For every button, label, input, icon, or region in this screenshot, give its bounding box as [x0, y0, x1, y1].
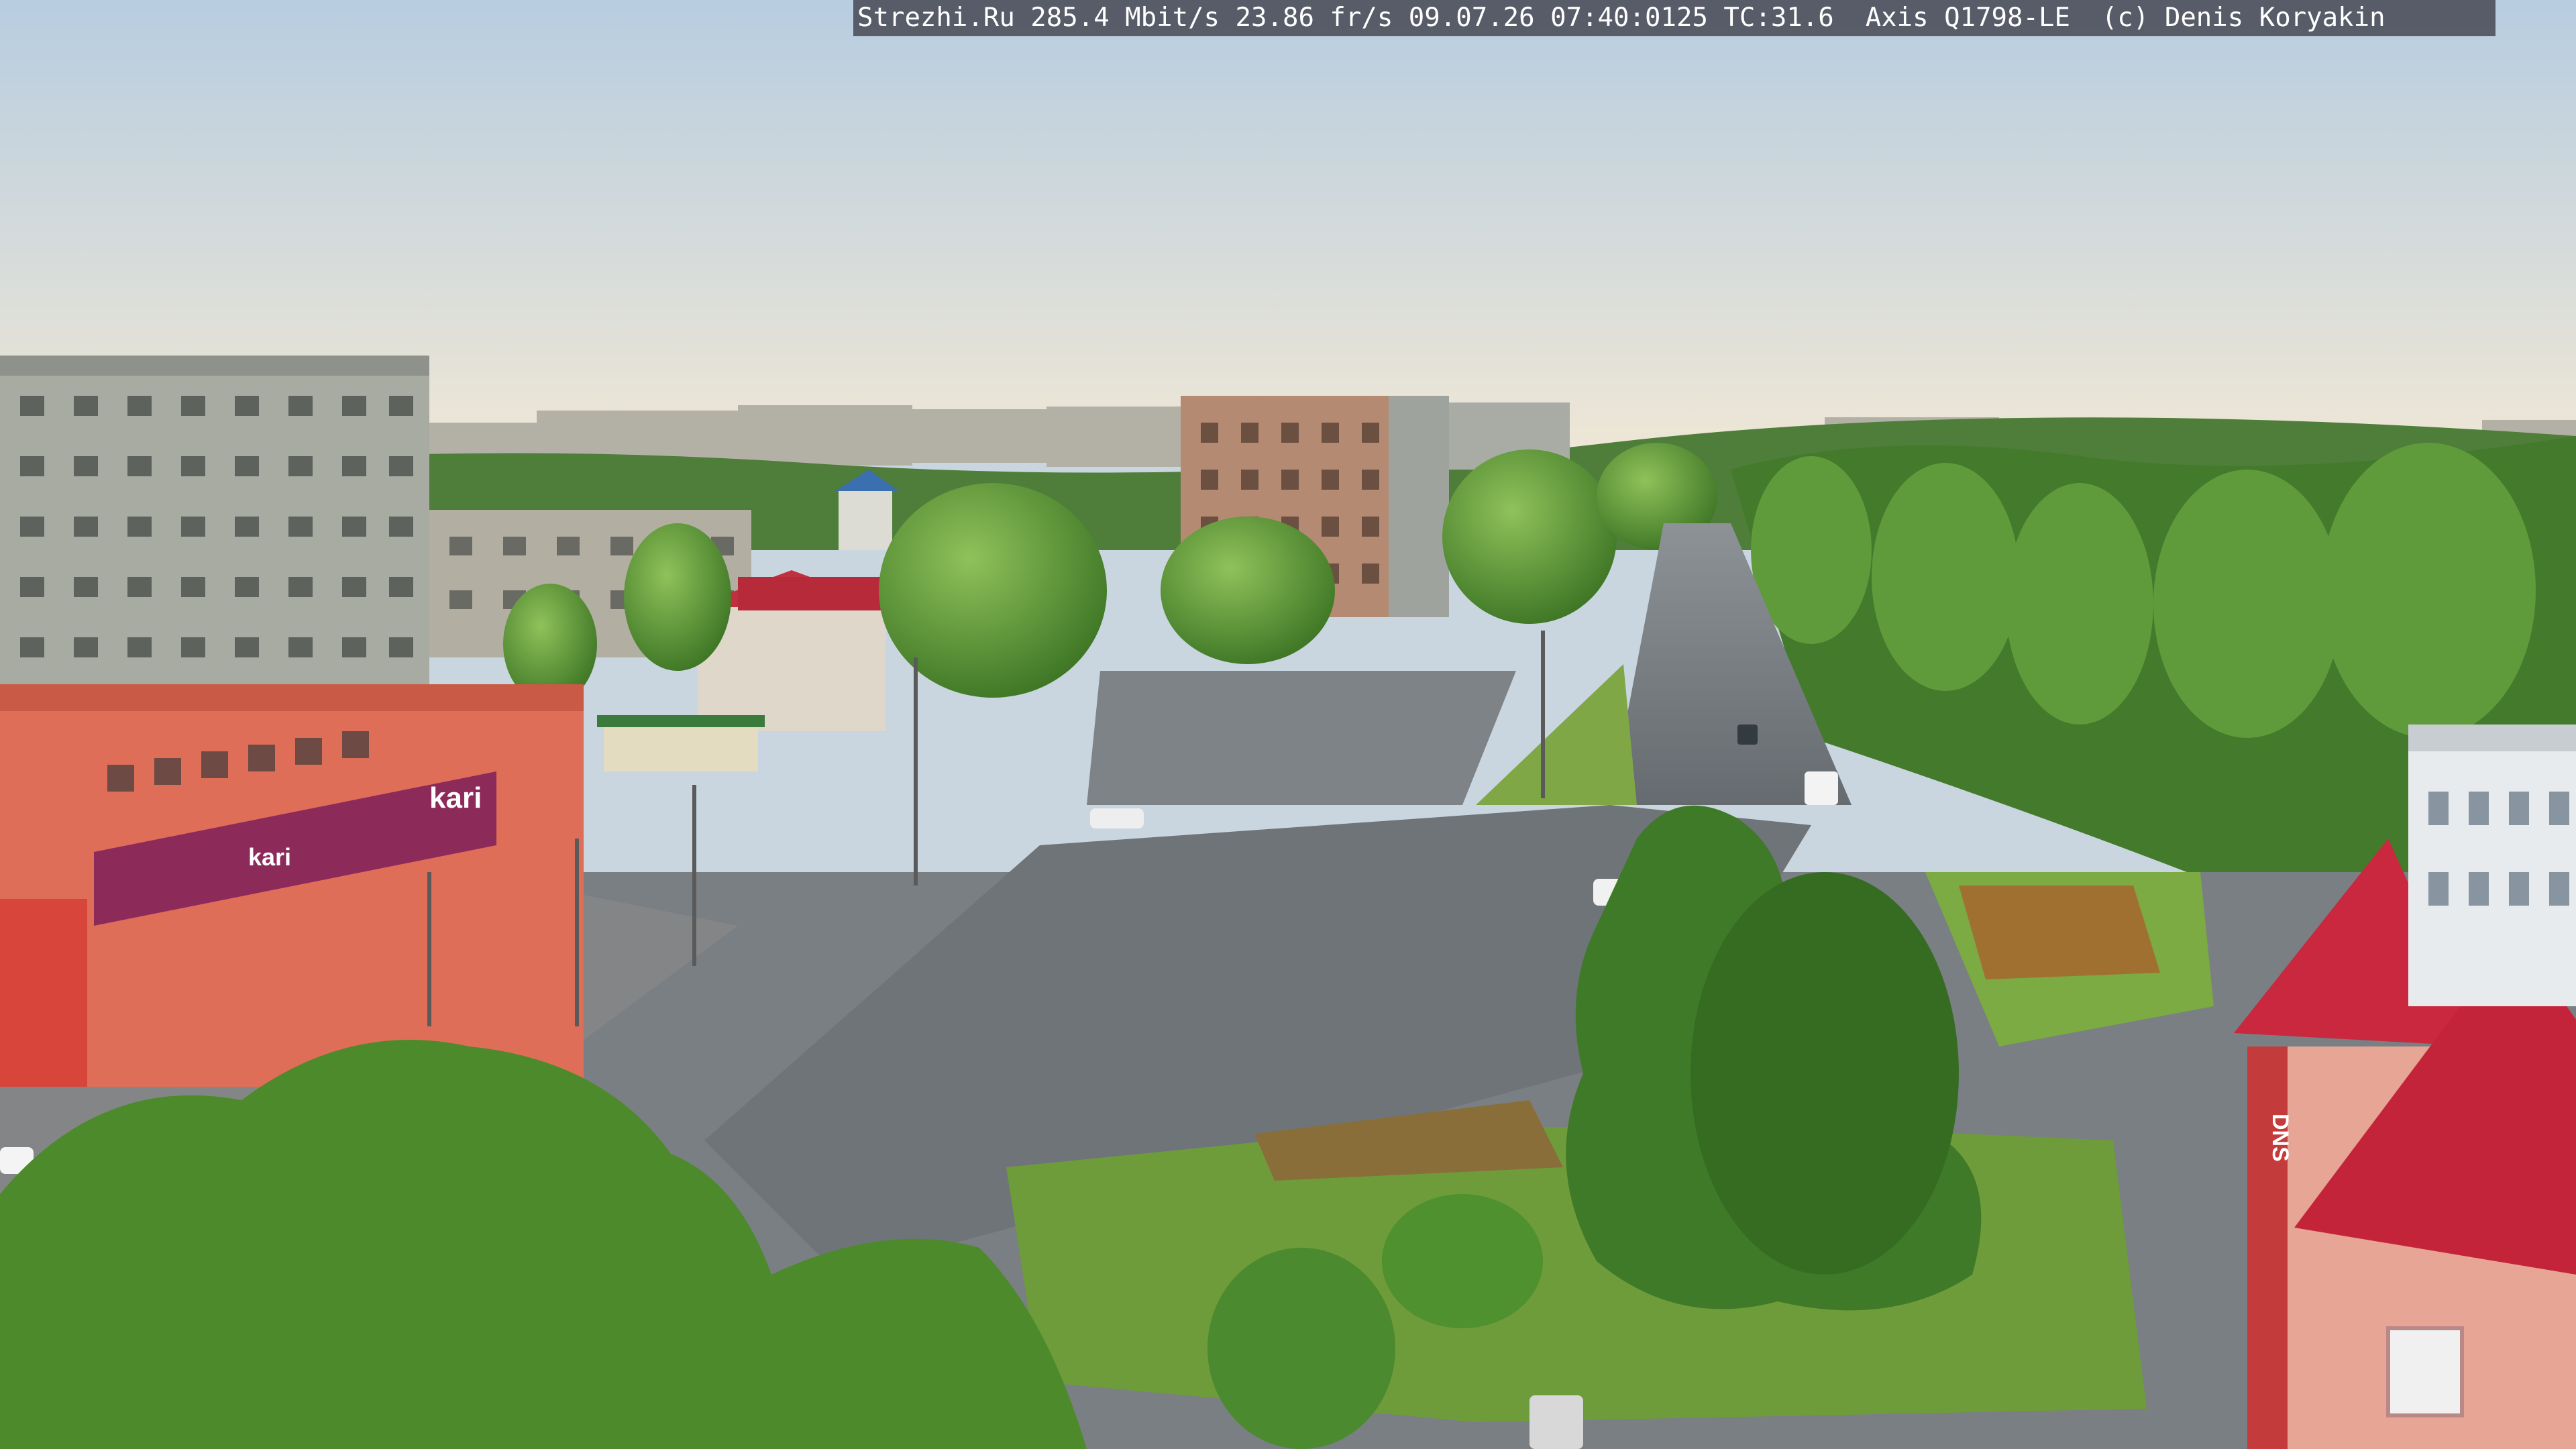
- tower-sign-dns: DNS: [2267, 1114, 2293, 1162]
- roadside-kiosk: [597, 715, 765, 771]
- parking-lot-upper: [1087, 671, 1516, 805]
- flowerbed-right: [1959, 885, 2160, 979]
- webcam-frame: kari kari DNS Strezhi.Ru 285.4 Mbit/s 23…: [0, 0, 2576, 1449]
- store-sign-kari-small: kari: [248, 843, 291, 871]
- orange-store-building: kari kari: [0, 684, 584, 1087]
- city-street-scene: kari kari DNS: [0, 0, 2576, 1449]
- camera-info-overlay: Strezhi.Ru 285.4 Mbit/s 23.86 fr/s 09.07…: [853, 0, 2496, 36]
- store-sign-kari: kari: [429, 782, 482, 814]
- white-building-right: [2408, 724, 2576, 1006]
